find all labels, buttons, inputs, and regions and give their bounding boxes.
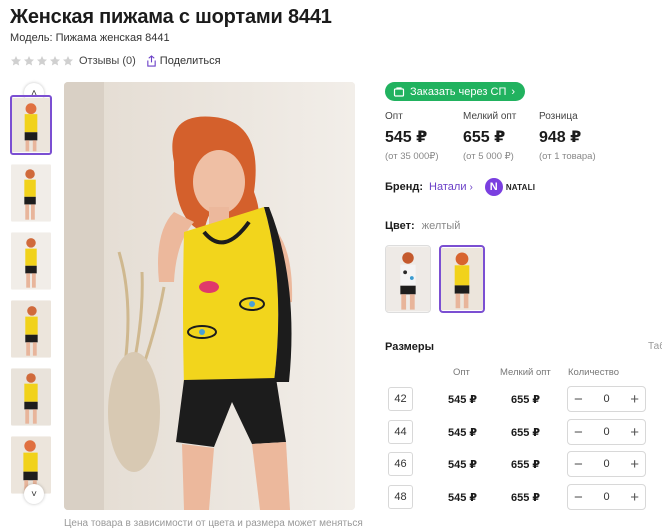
brand-logo-text: NATALI — [505, 182, 536, 192]
plus-button[interactable]: + — [630, 457, 639, 472]
size-price-small-opt: 655 ₽ — [511, 492, 541, 504]
reviews-link[interactable]: Отзывы (0) — [79, 55, 136, 67]
minus-button[interactable]: − — [574, 425, 583, 440]
price-small-opt: Мелкий опт 655 ₽ (от 5 000 ₽) — [463, 111, 516, 162]
size-label: 46 — [388, 452, 413, 476]
star-icon — [37, 56, 47, 66]
size-price-opt: 545 ₽ — [448, 492, 478, 504]
size-price-opt: 545 ₽ — [448, 427, 478, 439]
color-swatch-2[interactable] — [439, 245, 485, 313]
chevron-right-icon: › — [511, 85, 516, 98]
minus-button[interactable]: − — [574, 392, 583, 407]
size-label: 48 — [388, 485, 413, 509]
quantity-stepper: − 0 + — [567, 484, 646, 510]
plus-button[interactable]: + — [630, 425, 639, 440]
color-label: Цвет: — [385, 220, 415, 232]
plus-button[interactable]: + — [630, 490, 639, 505]
thumbnail-3[interactable] — [10, 231, 52, 291]
size-row: 46 545 ₽ 655 ₽ − 0 + — [388, 451, 662, 478]
price-value: 655 ₽ — [463, 129, 506, 146]
col-header-opt: Опт — [453, 367, 470, 378]
brand-label: Бренд: — [385, 181, 424, 193]
thumbnail-4[interactable] — [10, 299, 52, 359]
col-header-qty: Количество — [568, 367, 620, 378]
quantity-value[interactable]: 0 — [603, 426, 609, 438]
share-label: Поделиться — [159, 55, 221, 67]
sizes-title: Размеры — [385, 341, 435, 353]
price-note: Цена товара в зависимости от цвета и раз… — [64, 518, 363, 529]
thumbnail-2[interactable] — [10, 163, 52, 223]
star-icon — [63, 56, 73, 66]
product-model: Модель: Пижама женская 8441 — [10, 32, 170, 44]
quantity-stepper: − 0 + — [567, 451, 646, 477]
chevron-right-icon: › — [469, 181, 473, 193]
plus-button[interactable]: + — [630, 392, 639, 407]
quantity-stepper: − 0 + — [567, 386, 646, 412]
size-price-opt: 545 ₽ — [448, 394, 478, 406]
price-value: 948 ₽ — [539, 129, 582, 146]
minus-button[interactable]: − — [574, 457, 583, 472]
rating-stars[interactable] — [10, 55, 74, 67]
color-row: Цвет: желтый — [385, 220, 460, 232]
thumbnail-1[interactable] — [10, 95, 52, 155]
price-retail: Розница 948 ₽ (от 1 товара) — [539, 111, 596, 162]
quantity-value[interactable]: 0 — [603, 491, 609, 503]
color-value: желтый — [421, 220, 461, 232]
order-via-sp-label: Заказать через СП — [410, 85, 507, 98]
quantity-value[interactable]: 0 — [603, 458, 609, 470]
price-label: Мелкий опт — [463, 111, 517, 122]
product-title: Женская пижама с шортами 8441 — [10, 6, 332, 28]
price-value: 545 ₽ — [385, 129, 428, 146]
quantity-value[interactable]: 0 — [603, 393, 609, 405]
price-condition: (от 5 000 ₽) — [463, 151, 514, 162]
size-row: 48 545 ₽ 655 ₽ − 0 + — [388, 484, 662, 511]
share-icon — [147, 55, 156, 67]
size-label: 44 — [388, 420, 413, 444]
size-table-link[interactable]: Таб — [648, 341, 662, 352]
chevron-down-icon[interactable]: ˅ — [24, 484, 44, 504]
size-label: 42 — [388, 387, 413, 411]
quantity-stepper: − 0 + — [567, 419, 646, 445]
size-price-small-opt: 655 ₽ — [511, 427, 541, 439]
cart-icon — [393, 86, 405, 97]
minus-button[interactable]: − — [574, 490, 583, 505]
brand-logo-icon: N — [484, 178, 503, 196]
brand-row: Бренд: Натали › N NATALI — [385, 178, 535, 196]
thumbnail-5[interactable] — [10, 367, 52, 427]
main-product-photo[interactable] — [64, 82, 355, 510]
brand-link[interactable]: Натали — [429, 181, 466, 193]
star-icon — [24, 56, 34, 66]
brand-logo[interactable]: N NATALI — [484, 178, 536, 196]
size-row: 42 545 ₽ 655 ₽ − 0 + — [388, 386, 662, 413]
size-price-small-opt: 655 ₽ — [511, 459, 541, 471]
price-condition: (от 35 000₽) — [385, 151, 439, 162]
star-icon — [50, 56, 60, 66]
col-header-small-opt: Мелкий опт — [500, 367, 551, 378]
size-price-small-opt: 655 ₽ — [511, 394, 541, 406]
size-row: 44 545 ₽ 655 ₽ − 0 + — [388, 419, 662, 446]
price-label: Розница — [539, 111, 578, 122]
order-via-sp-button[interactable]: Заказать через СП › — [385, 82, 526, 101]
price-label: Опт — [385, 111, 403, 122]
price-condition: (от 1 товара) — [539, 151, 596, 162]
color-swatch-1[interactable] — [385, 245, 431, 313]
star-icon — [11, 56, 21, 66]
share-button[interactable]: Поделиться — [146, 55, 221, 67]
product-meta: Отзывы (0) Поделиться — [10, 53, 221, 69]
size-price-opt: 545 ₽ — [448, 459, 478, 471]
price-opt: Опт 545 ₽ (от 35 000₽) — [385, 111, 439, 162]
